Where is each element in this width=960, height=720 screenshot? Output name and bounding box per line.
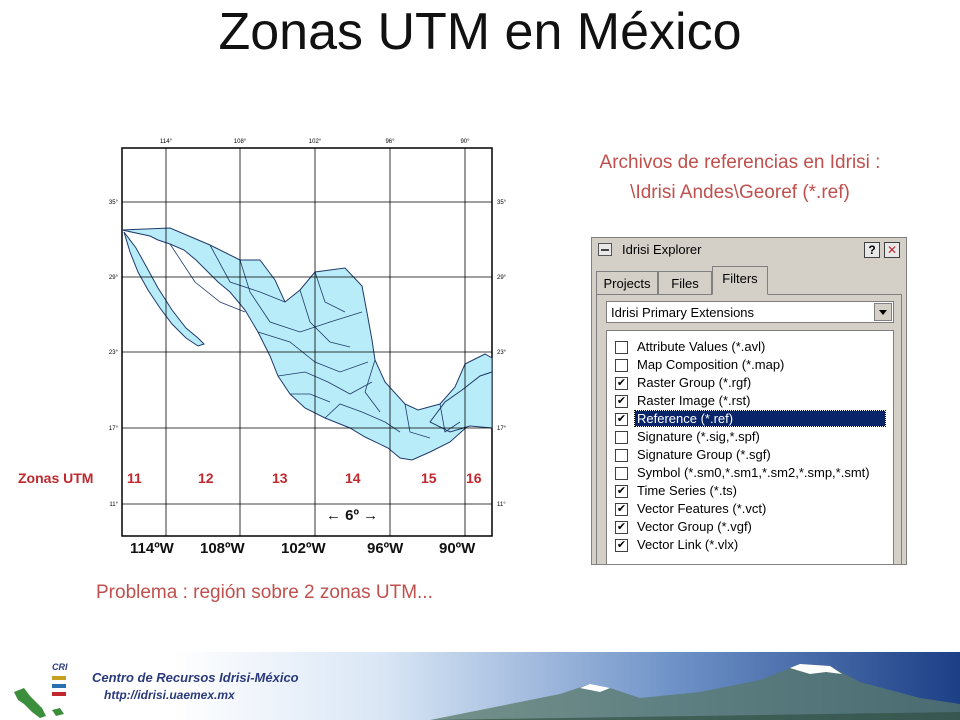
close-button[interactable]: ✕: [884, 242, 900, 258]
window-title: Idrisi Explorer: [622, 242, 702, 257]
zone-number: 13: [272, 470, 288, 486]
problem-caption: Problema : región sobre 2 zonas UTM...: [96, 582, 433, 603]
list-item[interactable]: ✔ Vector Link (*.vlx): [615, 537, 885, 554]
top-tick-label: 108°: [234, 139, 247, 145]
mexico-utm-map: 114° 108° 102° 96° 90° 35° 29° 23° 17° 1…: [109, 139, 507, 537]
list-item[interactable]: Map Composition (*.map): [615, 357, 885, 374]
footer-org-name: Centro de Recursos Idrisi-México: [92, 670, 299, 685]
archivos-line: Archivos de referencias en Idrisi :: [599, 152, 881, 173]
checkbox[interactable]: ✔: [615, 485, 628, 498]
list-item[interactable]: Symbol (*.sm0,*.sm1,*.sm2,*.smp,*.smt): [615, 465, 885, 482]
help-button[interactable]: ?: [864, 242, 880, 258]
list-item[interactable]: ✔ Raster Image (*.rst): [615, 393, 885, 410]
list-item[interactable]: ✔ Vector Features (*.vct): [615, 501, 885, 518]
item-label: Attribute Values (*.avl): [637, 339, 766, 354]
item-label: Vector Group (*.vgf): [637, 519, 752, 534]
tab-filters[interactable]: Filters: [712, 266, 768, 295]
window-app-icon: [598, 243, 612, 256]
longitude-label: 102ºW: [281, 540, 326, 557]
zone-number: 12: [198, 470, 214, 486]
zone-number: 11: [127, 470, 142, 486]
idrisi-explorer-window: Idrisi Explorer ? ✕ Projects Files Filte…: [591, 237, 907, 565]
checkbox[interactable]: ✔: [615, 539, 628, 552]
longitude-label: 90ºW: [439, 540, 476, 557]
slide-title: Zonas UTM en México: [218, 3, 742, 61]
extensions-dropdown[interactable]: Idrisi Primary Extensions: [606, 301, 894, 323]
item-label: Time Series (*.ts): [637, 483, 737, 498]
longitude-label: 96ºW: [367, 540, 404, 557]
checkbox[interactable]: [615, 359, 628, 372]
item-label: Vector Link (*.vlx): [637, 537, 739, 552]
checkbox[interactable]: [615, 341, 628, 354]
left-tick-label: 17°: [109, 426, 119, 432]
item-label: Reference (*.ref): [634, 410, 886, 427]
longitude-label: 114ºW: [130, 540, 174, 557]
zones-label: Zonas UTM: [18, 470, 94, 486]
right-tick-label: 35°: [497, 200, 507, 206]
left-tick-label: 23°: [109, 350, 119, 356]
item-label: Signature Group (*.sgf): [637, 447, 771, 462]
longitude-label: 108ºW: [200, 540, 245, 557]
list-item[interactable]: Attribute Values (*.avl): [615, 339, 885, 356]
top-tick-label: 90°: [460, 139, 470, 145]
dropdown-value: Idrisi Primary Extensions: [611, 305, 755, 320]
checkbox[interactable]: ✔: [615, 377, 628, 390]
footer-url[interactable]: http://idrisi.uaemex.mx: [104, 688, 235, 702]
tab-projects[interactable]: Projects: [596, 271, 658, 294]
list-item[interactable]: Signature (*.sig,*.spf): [615, 429, 885, 446]
footer-banner: [0, 652, 960, 720]
list-item[interactable]: Signature Group (*.sgf): [615, 447, 885, 464]
tab-files[interactable]: Files: [658, 271, 712, 294]
top-tick-label: 114°: [160, 139, 173, 145]
list-item[interactable]: ✔ Time Series (*.ts): [615, 483, 885, 500]
zone-number: 15: [421, 470, 437, 486]
zone-number: 14: [345, 470, 361, 486]
right-tick-label: 17°: [497, 426, 507, 432]
left-arrow-icon: ←: [326, 507, 341, 524]
item-label: Symbol (*.sm0,*.sm1,*.sm2,*.smp,*.smt): [637, 465, 870, 480]
extension-list: Attribute Values (*.avl) Map Composition…: [606, 330, 894, 564]
checkbox[interactable]: [615, 449, 628, 462]
checkbox[interactable]: ✔: [615, 503, 628, 516]
item-label: Raster Image (*.rst): [637, 393, 751, 408]
checkbox[interactable]: ✔: [615, 395, 628, 408]
list-item[interactable]: ✔ Raster Group (*.rgf): [615, 375, 885, 392]
six-degree-label: 6º: [345, 507, 359, 524]
top-tick-label: 102°: [309, 139, 322, 145]
item-label: Raster Group (*.rgf): [637, 375, 752, 390]
archivos-caption: Archivos de referencias en Idrisi : \Idr…: [545, 148, 935, 208]
checkbox[interactable]: [615, 467, 628, 480]
right-tick-label: 23°: [497, 350, 507, 356]
item-label: Map Composition (*.map): [637, 357, 785, 372]
zone-number: 16: [466, 470, 482, 486]
item-label: Vector Features (*.vct): [637, 501, 767, 516]
left-tick-label: 29°: [109, 275, 119, 281]
top-tick-label: 96°: [385, 139, 395, 145]
left-tick-label: 35°: [109, 200, 119, 206]
right-arrow-icon: →: [363, 507, 379, 524]
chevron-down-icon[interactable]: [874, 303, 892, 321]
checkbox[interactable]: ✔: [615, 413, 628, 426]
checkbox[interactable]: ✔: [615, 521, 628, 534]
six-degree-width: ← 6º →: [326, 507, 378, 524]
list-item-selected[interactable]: ✔ Reference (*.ref): [615, 410, 886, 428]
right-tick-label: 11°: [497, 502, 506, 508]
list-item[interactable]: ✔ Vector Group (*.vgf): [615, 519, 885, 536]
checkbox[interactable]: [615, 431, 628, 444]
window-titlebar: Idrisi Explorer ? ✕: [592, 238, 906, 262]
cri-logo-text: CRI: [52, 662, 68, 672]
right-tick-label: 29°: [497, 275, 507, 281]
item-label: Signature (*.sig,*.spf): [637, 429, 760, 444]
archivos-path: \Idrisi Andes\Georef (*.ref): [630, 182, 850, 203]
left-tick-label: 11°: [109, 502, 118, 508]
